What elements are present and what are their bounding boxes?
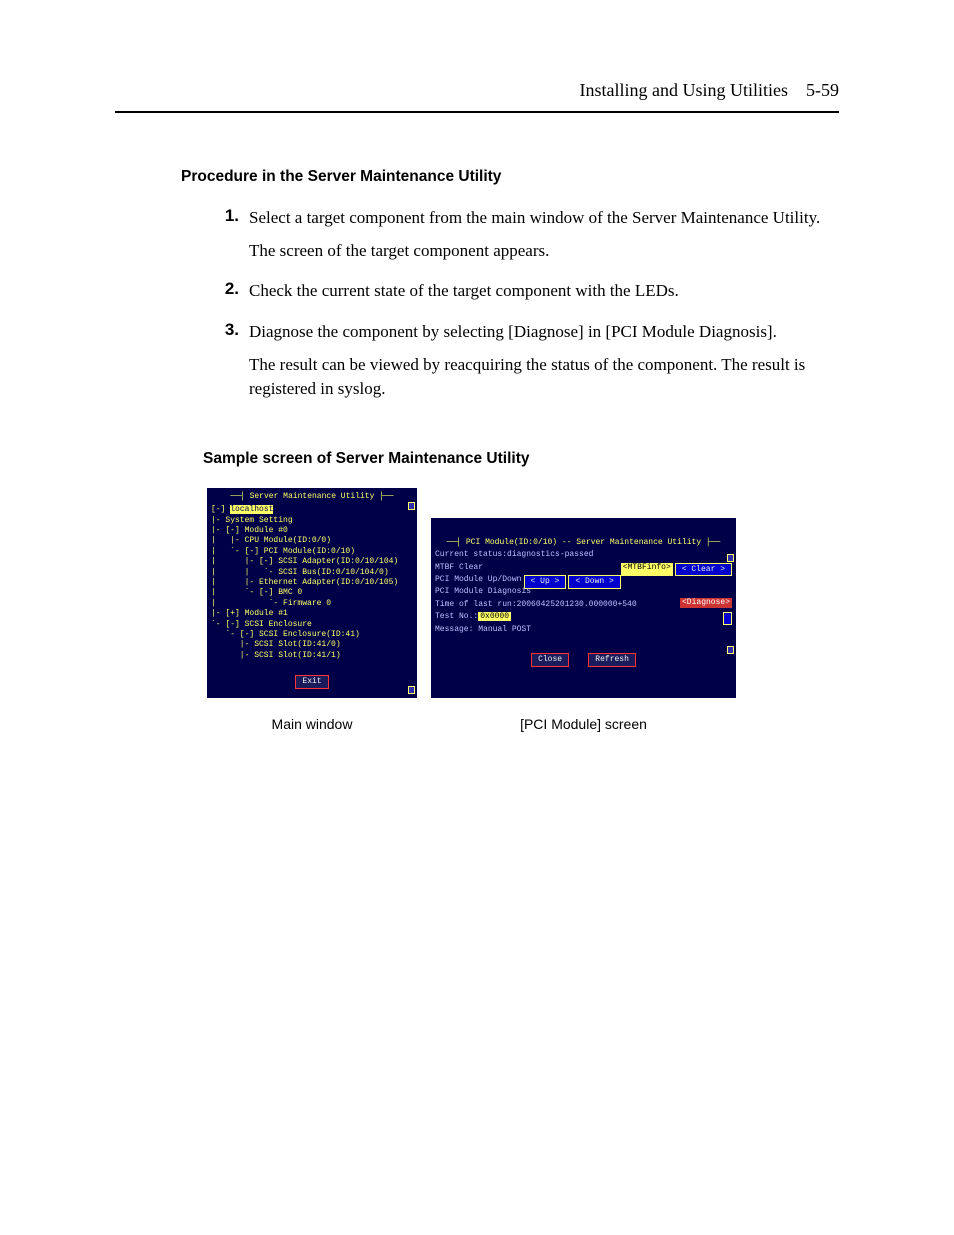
step-text-extra: The result can be viewed by reacquiring … [249,353,839,402]
step-2: 2. Check the current state of the target… [115,279,839,312]
message-row: Message: Manual POST [435,625,732,635]
refresh-button[interactable]: Refresh [588,653,636,667]
caption-pci-module: [PCI Module] screen [431,716,736,732]
section-heading-sample: Sample screen of Server Maintenance Util… [203,450,839,468]
module-diagnosis-row: PCI Module Diagnosis <Diagnose> [435,587,732,597]
main-window-screenshot: ──┤ Server Maintenance Utility ├── [-] l… [207,488,417,698]
step-3: 3. Diagnose the component by selecting [… [115,320,839,410]
tree-view[interactable]: [-] localhost |- System Setting |- [-] M… [211,505,413,661]
close-button[interactable]: Close [531,653,569,667]
caption-main-window: Main window [207,716,417,732]
current-status-row: Current status:diagnostics-passed [435,550,732,560]
test-no-row: Test No.:0x0000 [435,612,732,622]
exit-button[interactable]: Exit [295,675,328,689]
step-text-extra: The screen of the target component appea… [249,239,839,264]
pci-module-screenshot: ──┤ PCI Module(ID:0/10) -- Server Mainte… [431,518,736,698]
step-text: Select a target component from the main … [249,206,839,231]
header-section: Installing and Using Utilities [580,80,789,100]
diagnose-button[interactable]: <Diagnose> [680,598,732,608]
step-number: 3. [203,320,239,410]
module-updown-row: PCI Module Up/Down < Up > < Down > [435,575,732,585]
mtbf-info-button[interactable]: <MTBFinfo> [621,563,673,577]
window-title: ──┤ Server Maintenance Utility ├── [211,492,413,502]
page-header: Installing and Using Utilities 5-59 [115,80,839,113]
clear-button[interactable]: < Clear > [675,563,732,577]
figure-captions: Main window [PCI Module] screen [207,716,839,732]
step-number: 1. [203,206,239,271]
procedure-steps: 1. Select a target component from the ma… [115,206,839,410]
step-number: 2. [203,279,239,312]
mtbf-clear-row: MTBF Clear <MTBFinfo> < Clear > [435,563,732,573]
down-button[interactable]: < Down > [568,575,620,589]
step-text: Diagnose the component by selecting [Dia… [249,320,839,345]
section-heading-procedure: Procedure in the Server Maintenance Util… [181,168,839,186]
header-page-number: 5-59 [806,80,839,100]
field-marker-icon [723,612,732,624]
step-1: 1. Select a target component from the ma… [115,206,839,271]
step-text: Check the current state of the target co… [249,279,839,304]
window-title: ──┤ PCI Module(ID:0/10) -- Server Mainte… [435,538,732,548]
